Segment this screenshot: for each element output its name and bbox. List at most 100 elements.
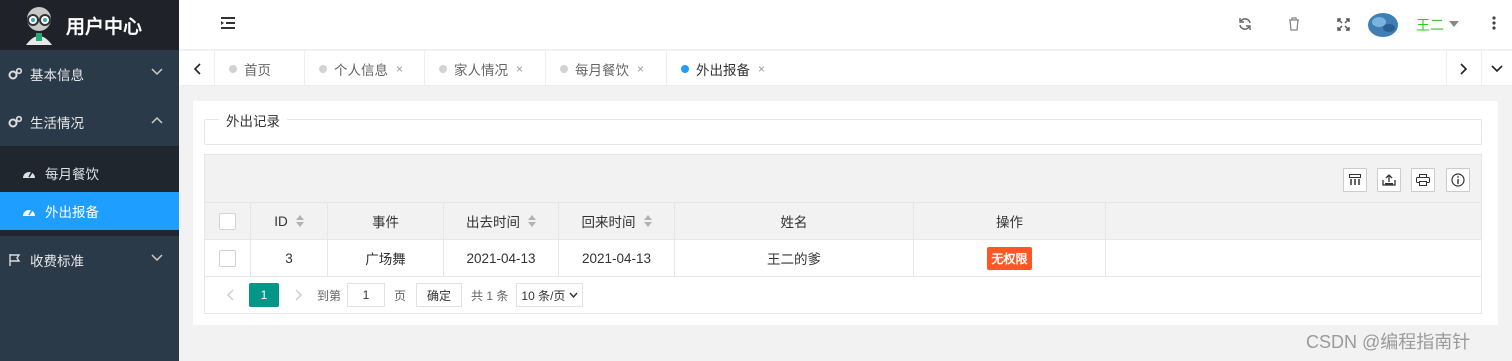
column-header-out-time[interactable]: 出去时间 [444,203,559,239]
tab-label: 每月餐饮 [575,62,629,78]
sidebar-submenu: 每月餐饮 外出报备 [0,146,179,236]
top-header: 王二 [179,0,1512,50]
close-icon[interactable]: × [396,62,403,76]
section-legend: 外出记录 [219,110,287,130]
sidebar-logo[interactable]: 用户中心 [0,0,179,50]
tabs-prev-button[interactable] [179,51,215,86]
more-icon[interactable] [1491,15,1497,31]
tab-label: 首页 [244,62,271,78]
sidebar-item-label: 每月餐饮 [45,167,99,182]
dashboard-icon [22,166,36,180]
tab-family[interactable]: 家人情况 × [425,51,546,86]
section-fieldset: 外出记录 [204,110,1482,145]
tab-outing-report[interactable]: 外出报备 × [667,51,785,86]
menu-toggle-icon[interactable] [221,16,237,30]
watermark: CSDN @编程指南针 [1306,328,1470,354]
pager-page-input[interactable]: 1 [347,283,386,307]
column-header-label: 出去时间 [466,215,520,230]
chevron-left-icon [193,62,201,75]
pager-prev-button[interactable] [217,283,243,307]
sidebar-item-monthly-meals[interactable]: 每月餐饮 [0,154,179,192]
table-toolbar [205,155,1481,203]
tab-dot [439,64,447,73]
sidebar-item-basic-info[interactable]: 基本信息 [0,50,179,98]
chevron-down-icon [151,254,163,262]
column-header-actions: 操作 [914,203,1106,239]
close-icon[interactable]: × [516,62,523,76]
select-all-checkbox[interactable] [219,212,236,230]
sidebar-item-label: 基本信息 [30,68,84,83]
table-header-row: ID 事件 出去时间 回来时间 姓名 操作 [205,203,1481,240]
print-icon[interactable] [1411,168,1435,192]
tabs-menu-button[interactable] [1482,51,1512,86]
no-permission-button[interactable]: 无权限 [987,246,1032,270]
column-header-id[interactable]: ID [251,203,328,239]
chevron-down-icon [569,292,578,298]
column-filler [1106,203,1481,239]
pager-next-button[interactable] [285,283,311,307]
sidebar-item-fees[interactable]: 收费标准 [0,236,179,284]
cell-name: 王二的爹 [675,240,914,276]
table-row: 3 广场舞 2021-04-13 2021-04-13 王二的爹 无权限 [205,240,1481,277]
info-icon[interactable] [1446,168,1470,192]
tab-monthly-meals[interactable]: 每月餐饮 × [546,51,667,86]
column-header-label: 姓名 [780,215,808,230]
caret-down-icon[interactable] [1449,21,1459,27]
cell-back-time: 2021-04-13 [559,240,675,276]
sort-icon[interactable] [528,215,536,227]
pager-page-unit: 页 [394,288,407,303]
pager-total: 共 1 条 [471,288,509,303]
tab-label: 个人信息 [334,62,388,78]
chevron-right-icon [1460,62,1468,75]
chevron-down-icon [151,68,163,76]
main-content: 外出记录 ID 事件 出去时间 回来时间 姓名 操作 3 广场舞 2021-04… [193,101,1498,325]
data-table: ID 事件 出去时间 回来时间 姓名 操作 3 广场舞 2021-04-13 2… [204,154,1482,314]
gears-icon [8,115,22,129]
tab-personal-info[interactable]: 个人信息 × [305,51,425,86]
tab-dot [319,64,327,73]
select-all-cell [205,203,251,239]
sort-icon[interactable] [643,215,652,227]
pager-per-page-select[interactable]: 10 条/页 [516,283,584,307]
pager-per-page-value: 10 条/页 [521,288,566,303]
row-checkbox[interactable] [219,249,236,267]
cell-out-time: 2021-04-13 [444,240,559,276]
pager-goto-label: 到第 [317,288,342,303]
user-avatar[interactable] [1367,9,1399,39]
close-icon[interactable]: × [758,62,765,76]
dashboard-icon [22,204,36,218]
column-header-label: ID [274,213,288,229]
column-header-label: 回来时间 [581,215,636,230]
column-header-name: 姓名 [675,203,914,239]
column-header-label: 事件 [372,215,399,230]
refresh-icon[interactable] [1236,15,1254,33]
tab-home[interactable]: 首页 [215,51,305,86]
sidebar-item-life[interactable]: 生活情况 [0,98,179,146]
tab-dot [681,64,689,73]
sidebar-item-label: 收费标准 [30,254,84,269]
pager-confirm-button[interactable]: 确定 [416,283,463,307]
export-icon[interactable] [1377,168,1401,192]
trash-icon[interactable] [1285,15,1303,33]
cell-id: 3 [251,240,328,276]
chevron-right-icon [295,289,302,301]
pager-current-page[interactable]: 1 [249,283,279,307]
column-header-back-time[interactable]: 回来时间 [559,203,675,239]
gears-icon [8,67,22,81]
sidebar-item-label: 生活情况 [30,116,84,131]
chevron-down-icon [1491,64,1503,72]
sidebar-item-outing-report[interactable]: 外出报备 [0,192,179,230]
columns-icon[interactable] [1343,168,1367,192]
fullscreen-icon[interactable] [1334,15,1352,33]
watermark-text: CSDN @编程指南针 [1306,332,1471,352]
tab-dot [229,64,237,73]
tabs-next-button[interactable] [1446,51,1482,86]
sort-icon[interactable] [295,215,304,227]
column-header-label: 操作 [996,215,1023,230]
row-select-cell [205,240,251,276]
tab-dot [560,64,568,73]
username[interactable]: 王二 [1416,15,1444,35]
flag-icon [8,253,22,267]
close-icon[interactable]: × [637,62,644,76]
app-title: 用户中心 [66,16,143,38]
